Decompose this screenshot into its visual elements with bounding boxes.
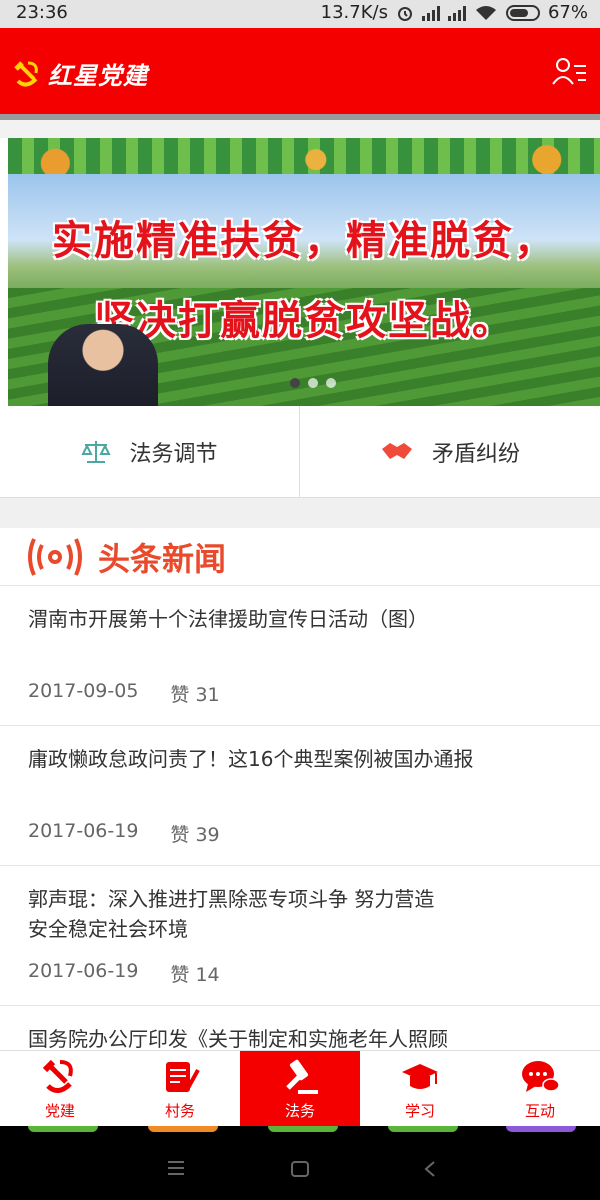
scales-icon	[81, 441, 112, 463]
tab-interaction[interactable]: 互动	[480, 1051, 600, 1127]
tab-accent	[506, 1126, 576, 1132]
home-icon[interactable]	[290, 1160, 310, 1178]
app-title: 红星党建	[48, 62, 148, 90]
tab-label: 法务	[284, 1101, 315, 1120]
carousel-dot[interactable]	[308, 378, 318, 388]
news-item[interactable]: 国务院办公厅印发《关于制定和实施老年人照顾	[0, 1006, 600, 1050]
news-meta: 2017-06-19 赞 39	[28, 820, 220, 847]
tab-accent	[28, 1126, 98, 1132]
banner-slogan-line1: 实施精准扶贫，精准脱贫，	[52, 218, 556, 264]
tab-legal-affairs[interactable]: 法务	[240, 1051, 360, 1127]
graduation-cap-icon	[402, 1063, 438, 1089]
notepad-icon	[166, 1061, 200, 1092]
carousel-dot[interactable]	[326, 378, 336, 388]
alarm-icon	[397, 6, 412, 21]
wifi-icon	[475, 5, 496, 20]
net-speed: 13.7K/s	[320, 2, 388, 23]
news-item[interactable]: 郭声琨：深入推进打黑除恶专项斗争 努力营造 安全稳定社会环境 2017-06-1…	[0, 866, 600, 1006]
quick-link-label: 法务调节	[129, 442, 218, 467]
news-section-header: 头条新闻	[0, 528, 600, 586]
app-bar: 红星党建	[0, 28, 600, 114]
spacer	[0, 498, 600, 528]
bottom-tab-bar: 党建 村务 法务 学习 互动	[0, 1050, 600, 1127]
system-nav-bar	[0, 1126, 600, 1200]
battery-icon	[505, 4, 540, 21]
party-emblem-icon	[14, 60, 38, 86]
user-menu-icon[interactable]	[552, 56, 588, 86]
signal-icon-2	[447, 5, 466, 21]
tab-label: 学习	[404, 1101, 435, 1120]
tab-party-building[interactable]: 党建	[0, 1051, 120, 1127]
back-icon[interactable]	[422, 1160, 438, 1178]
tab-study[interactable]: 学习	[360, 1051, 480, 1127]
carousel-indicator	[290, 378, 336, 388]
quick-link-legal-mediation[interactable]: 法务调节	[0, 406, 300, 498]
spacer	[0, 120, 600, 138]
news-title-line: 郭声琨：深入推进打黑除恶专项斗争 努力营造	[28, 887, 435, 911]
handshake-icon	[381, 443, 412, 459]
news-likes: 赞 39	[170, 824, 220, 846]
news-likes: 赞 14	[170, 964, 220, 986]
signal-icon	[421, 5, 440, 21]
tab-accent	[148, 1126, 218, 1132]
battery-level: 67%	[547, 2, 588, 23]
news-meta: 2017-06-19 赞 14	[28, 960, 220, 987]
gavel-icon	[286, 1059, 318, 1094]
news-title: 郭声琨：深入推进打黑除恶专项斗争 努力营造 安全稳定社会环境	[28, 884, 572, 944]
broadcast-icon	[28, 537, 82, 576]
tab-village-affairs[interactable]: 村务	[120, 1051, 240, 1127]
tab-label: 村务	[164, 1101, 195, 1120]
news-title: 渭南市开展第十个法律援助宣传日活动（图）	[28, 607, 428, 631]
app-logo: 红星党建	[12, 56, 148, 91]
news-date: 2017-06-19	[28, 960, 139, 982]
tab-accent	[388, 1126, 458, 1132]
news-list: 渭南市开展第十个法律援助宣传日活动（图） 2017-09-05 赞 31 庸政懒…	[0, 586, 600, 1050]
tab-label: 互动	[524, 1101, 555, 1120]
hammer-sickle-icon	[42, 1059, 73, 1093]
menu-icon[interactable]	[166, 1160, 186, 1176]
tab-accent	[268, 1126, 338, 1132]
news-title: 国务院办公厅印发《关于制定和实施老年人照顾	[28, 1027, 448, 1050]
news-title-line: 安全稳定社会环境	[28, 917, 188, 941]
tab-label: 党建	[44, 1101, 75, 1120]
banner-foliage	[8, 138, 600, 174]
news-date: 2017-06-19	[28, 820, 139, 842]
news-date: 2017-09-05	[28, 680, 139, 702]
banner-portrait	[48, 324, 158, 406]
banner-carousel[interactable]: 实施精准扶贫，精准脱贫， 坚决打赢脱贫攻坚战。	[8, 138, 600, 406]
status-time: 23:36	[16, 2, 68, 23]
news-meta: 2017-09-05 赞 31	[28, 680, 220, 707]
quick-links: 法务调节 矛盾纠纷	[0, 406, 600, 498]
news-item[interactable]: 庸政懒政怠政问责了！这16个典型案例被国办通报 2017-06-19 赞 39	[0, 726, 600, 866]
quick-link-label: 矛盾纠纷	[431, 442, 520, 467]
news-item[interactable]: 渭南市开展第十个法律援助宣传日活动（图） 2017-09-05 赞 31	[0, 586, 600, 726]
news-likes: 赞 31	[170, 684, 220, 706]
news-title: 庸政懒政怠政问责了！这16个典型案例被国办通报	[28, 747, 474, 771]
quick-link-disputes[interactable]: 矛盾纠纷	[300, 406, 600, 498]
news-header-title: 头条新闻	[98, 539, 227, 578]
status-bar: 23:36 13.7K/s 67%	[0, 0, 600, 28]
status-right: 13.7K/s 67%	[321, 2, 588, 23]
carousel-dot[interactable]	[290, 378, 300, 388]
chat-bubble-icon	[522, 1060, 560, 1092]
